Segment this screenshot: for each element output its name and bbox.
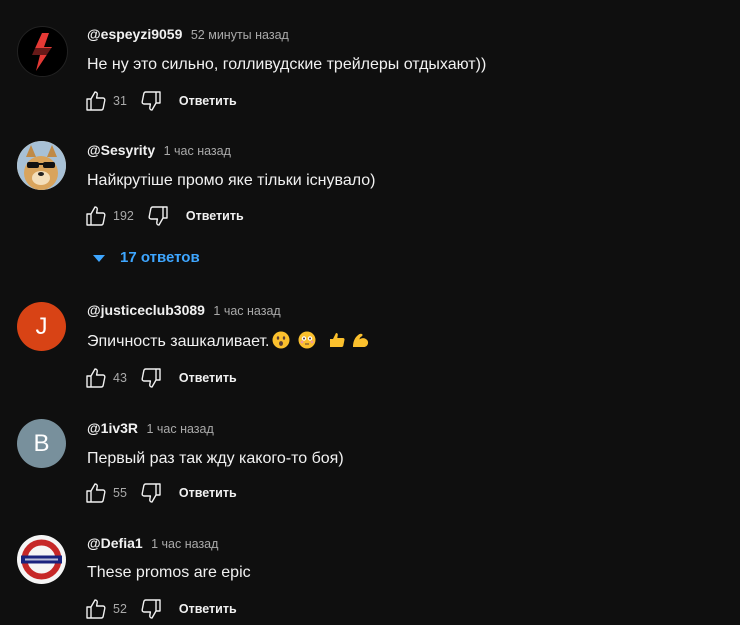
- comment-time[interactable]: 1 час назад: [151, 537, 218, 551]
- comment-author[interactable]: @Sesyrity: [87, 142, 155, 158]
- thumbs-down-icon: [141, 483, 161, 503]
- flexed-biceps-emoji: [353, 333, 369, 347]
- thumbs-down-icon: [141, 91, 161, 111]
- like-button[interactable]: 31: [84, 89, 139, 113]
- thumbs-up-icon: [86, 368, 106, 388]
- dislike-button[interactable]: [146, 204, 170, 228]
- comment-meta: @Defia1 1 час назад: [87, 535, 218, 553]
- comment-time[interactable]: 1 час назад: [213, 304, 280, 318]
- avatar[interactable]: [17, 26, 68, 77]
- dislike-button[interactable]: [139, 366, 163, 390]
- comment-time[interactable]: 52 минуты назад: [191, 28, 289, 42]
- comment-text: Найкрутіше промо яке тільки існувало): [87, 172, 376, 189]
- comment-actions: 192 Ответить: [84, 203, 244, 229]
- thumbs-up-icon: [86, 599, 106, 619]
- avatar[interactable]: [17, 141, 66, 190]
- comment-actions: 52 Ответить: [84, 596, 237, 622]
- doge-sunglasses-icon: [17, 141, 66, 190]
- comment-actions: 31 Ответить: [84, 88, 237, 114]
- reply-button[interactable]: Ответить: [179, 486, 237, 500]
- like-button[interactable]: 52: [84, 597, 139, 621]
- roundel-logo-icon: [21, 539, 62, 580]
- like-count: 55: [113, 486, 127, 500]
- thumbs-up-emoji: [330, 333, 346, 347]
- like-button[interactable]: 43: [84, 366, 139, 390]
- comment-author[interactable]: @1iv3R: [87, 420, 138, 436]
- avatar-letter: B: [33, 429, 50, 457]
- comment-author[interactable]: @justiceclub3089: [87, 302, 205, 318]
- astonished-face-emoji: [272, 331, 290, 349]
- dislike-button[interactable]: [139, 481, 163, 505]
- comment-actions: 55 Ответить: [84, 480, 237, 506]
- dislike-button[interactable]: [139, 597, 163, 621]
- comment-text-row: Эпичность зашкаливает.: [87, 331, 370, 351]
- reply-button[interactable]: Ответить: [186, 209, 244, 223]
- comment-text: These promos are epic: [87, 564, 251, 581]
- thumbs-up-icon: [86, 206, 106, 226]
- caret-down-icon: [93, 254, 105, 262]
- comment-author[interactable]: @espeyzi9059: [87, 26, 182, 42]
- like-count: 52: [113, 602, 127, 616]
- reply-button[interactable]: Ответить: [179, 602, 237, 616]
- reply-button[interactable]: Ответить: [179, 371, 237, 385]
- replies-count-label: 17 ответов: [120, 249, 200, 266]
- comment-text: Не ну это сильно, голливудские трейлеры …: [87, 56, 487, 73]
- flushed-face-emoji: [298, 331, 316, 349]
- comment-meta: @espeyzi9059 52 минуты назад: [87, 26, 289, 44]
- espeyzi-logo-icon: [27, 33, 58, 71]
- like-count: 43: [113, 371, 127, 385]
- thumbs-up-icon: [86, 483, 106, 503]
- like-count: 192: [113, 209, 134, 223]
- comment-meta: @justiceclub3089 1 час назад: [87, 302, 281, 320]
- dislike-button[interactable]: [139, 89, 163, 113]
- thumbs-down-icon: [141, 368, 161, 388]
- thumbs-down-icon: [141, 599, 161, 619]
- comment-time[interactable]: 1 час назад: [146, 422, 213, 436]
- comment-time[interactable]: 1 час назад: [164, 144, 231, 158]
- avatar[interactable]: [17, 535, 66, 584]
- comment-text: Эпичность зашкаливает.: [87, 333, 270, 350]
- like-button[interactable]: 55: [84, 481, 139, 505]
- avatar[interactable]: J: [17, 302, 66, 351]
- comment-author[interactable]: @Defia1: [87, 535, 143, 551]
- view-replies-button[interactable]: 17 ответов: [92, 249, 200, 266]
- thumbs-down-icon: [148, 206, 168, 226]
- comment-meta: @Sesyrity 1 час назад: [87, 142, 231, 160]
- comment-actions: 43 Ответить: [84, 365, 237, 391]
- like-button[interactable]: 192: [84, 204, 146, 228]
- avatar[interactable]: B: [17, 419, 66, 468]
- like-count: 31: [113, 94, 127, 108]
- comment-text: Первый раз так жду какого-то боя): [87, 450, 344, 467]
- reply-button[interactable]: Ответить: [179, 94, 237, 108]
- thumbs-up-icon: [86, 91, 106, 111]
- avatar-letter: J: [35, 312, 48, 340]
- comment-meta: @1iv3R 1 час назад: [87, 420, 214, 438]
